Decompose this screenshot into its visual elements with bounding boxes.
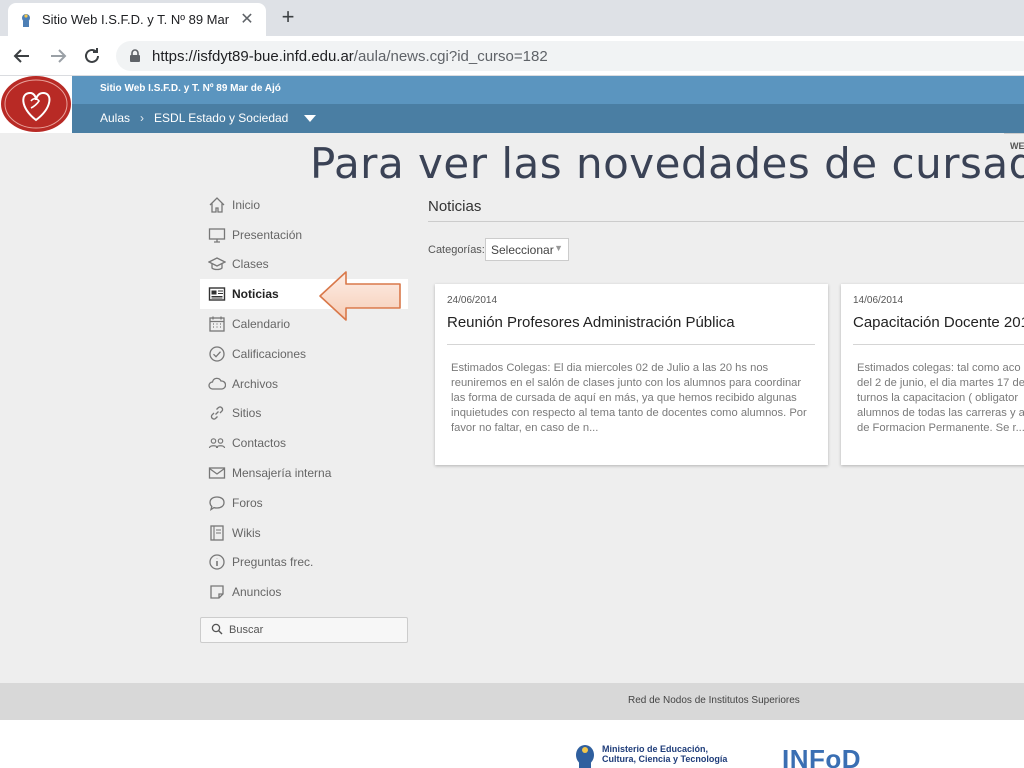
categories-selected: Seleccionar	[491, 242, 554, 257]
breadcrumb: Aulas › ESDL Estado y Sociedad	[100, 111, 317, 125]
sidebar-item-wikis[interactable]: Wikis	[200, 518, 408, 548]
chat-icon	[208, 494, 226, 512]
news-title[interactable]: Reunión Profesores Administración Públic…	[447, 314, 735, 331]
sidebar-item-label: Archivos	[232, 376, 279, 391]
browser-tab-strip: Sitio Web I.S.F.D. y T. Nº 89 Mar de Ajó…	[0, 0, 1024, 36]
corner-divider	[1004, 133, 1024, 134]
sidebar-item-archivos[interactable]: Archivos	[200, 369, 408, 399]
sidebar-item-label: Calificaciones	[232, 346, 307, 361]
contacts-icon	[208, 434, 226, 452]
news-date: 24/06/2014	[447, 295, 498, 306]
caret-down-icon[interactable]	[304, 114, 317, 122]
newspaper-icon	[208, 285, 226, 303]
sidebar-item-label: Contactos	[232, 436, 287, 451]
search-icon	[211, 623, 223, 638]
reload-icon[interactable]	[80, 44, 104, 68]
cloud-icon	[208, 375, 226, 393]
link-icon	[208, 404, 226, 422]
argentina-seal-icon	[22, 13, 30, 27]
sidebar-item-label: Presentación	[232, 227, 303, 242]
envelope-icon	[208, 464, 226, 482]
course-sidebar: Inicio Presentación Clases Noticias Cale…	[200, 190, 408, 643]
tab-close-icon[interactable]: ✕	[238, 11, 256, 29]
categories-label: Categorías:	[428, 244, 485, 256]
news-excerpt: Estimados colegas: tal como aco del 2 de…	[857, 362, 1024, 434]
news-date: 14/06/2014	[853, 295, 904, 306]
news-card[interactable]: 14/06/2014 Capacitación Docente 2014 Est…	[841, 284, 1024, 465]
site-header: Sitio Web I.S.F.D. y T. Nº 89 Mar de Ajó…	[0, 76, 1024, 133]
note-icon	[208, 583, 226, 601]
search-label: Buscar	[229, 624, 264, 636]
monitor-icon	[208, 226, 226, 244]
breadcrumb-course[interactable]: ESDL Estado y Sociedad	[154, 111, 288, 125]
browser-toolbar: https://isfdyt89-bue.infd.edu.ar/aula/ne…	[0, 36, 1024, 76]
sidebar-item-label: Mensajería interna	[232, 466, 332, 481]
news-title[interactable]: Capacitación Docente 2014	[853, 314, 1024, 331]
info-icon	[208, 553, 226, 571]
new-tab-icon[interactable]: +	[276, 6, 300, 30]
sidebar-item-inicio[interactable]: Inicio	[200, 190, 408, 220]
back-arrow-icon[interactable]	[10, 44, 34, 68]
title-divider	[428, 221, 1024, 222]
tab-title: Sitio Web I.S.F.D. y T. Nº 89 Mar de Ajó	[42, 12, 232, 27]
footer-text[interactable]: Red de Nodos de Institutos Superiores	[628, 695, 800, 706]
check-circle-icon	[208, 345, 226, 363]
ministry-line: Ministerio de Educación,	[602, 744, 709, 754]
card-divider	[447, 344, 815, 345]
lock-icon	[130, 49, 140, 62]
breadcrumb-aulas[interactable]: Aulas	[100, 111, 130, 125]
sidebar-item-sitios[interactable]: Sitios	[200, 399, 408, 429]
sidebar-item-mensajeria[interactable]: Mensajería interna	[200, 458, 408, 488]
sidebar-item-label: Sitios	[232, 406, 262, 421]
sidebar-item-calificaciones[interactable]: Calificaciones	[200, 339, 408, 369]
browser-tab[interactable]: Sitio Web I.S.F.D. y T. Nº 89 Mar de Ajó…	[8, 3, 266, 36]
sidebar-item-label: Wikis	[232, 525, 261, 540]
sidebar-item-contactos[interactable]: Contactos	[200, 428, 408, 458]
ministry-line: Cultura, Ciencia y Tecnología	[602, 754, 728, 764]
sidebar-search-button[interactable]: Buscar	[200, 617, 408, 643]
ministry-text: Ministerio de Educación, Cultura, Cienci…	[602, 744, 727, 768]
news-excerpt: Estimados Colegas: El dia miercoles 02 d…	[451, 362, 807, 434]
sidebar-item-anuncios[interactable]: Anuncios	[200, 577, 408, 607]
content-area: WE Para ver las novedades de cursada Ini…	[0, 133, 1024, 683]
page-title: Noticias	[428, 198, 482, 215]
chevron-right-icon: ›	[140, 111, 145, 125]
url-path: /aula/news.cgi?id_curso=182	[353, 47, 548, 65]
ministry-logo[interactable]: Ministerio de Educación, Cultura, Cienci…	[574, 744, 727, 768]
sidebar-item-preguntas[interactable]: Preguntas frec.	[200, 548, 408, 578]
infod-logo[interactable]: INFoD	[782, 744, 861, 768]
institute-logo[interactable]	[0, 76, 72, 133]
site-name[interactable]: Sitio Web I.S.F.D. y T. Nº 89 Mar de Ajó	[100, 83, 281, 94]
overlay-title: Para ver las novedades de cursada	[310, 139, 1024, 188]
sidebar-item-label: Clases	[232, 257, 269, 272]
heart-logo-icon	[1, 76, 71, 132]
sidebar-item-label: Preguntas frec.	[232, 555, 314, 570]
forward-arrow-icon[interactable]	[46, 44, 70, 68]
categories-select[interactable]: Seleccionar ▼	[485, 238, 569, 261]
url-text: https://isfdyt89-bue.infd.edu.ar/aula/ne…	[152, 48, 548, 65]
graduation-cap-icon	[208, 255, 226, 273]
argentina-seal-icon	[576, 745, 594, 768]
calendar-icon	[208, 315, 226, 333]
sidebar-item-label: Inicio	[232, 197, 261, 212]
news-card[interactable]: 24/06/2014 Reunión Profesores Administra…	[435, 284, 828, 465]
sidebar-item-label: Foros	[232, 495, 263, 510]
sponsor-strip: Ministerio de Educación, Cultura, Cienci…	[0, 720, 1024, 768]
sidebar-item-label: Anuncios	[232, 585, 282, 600]
sidebar-item-foros[interactable]: Foros	[200, 488, 408, 518]
address-bar[interactable]: https://isfdyt89-bue.infd.edu.ar/aula/ne…	[116, 41, 1024, 71]
page-root: { "browser": { "tab_title": "Sitio Web I…	[0, 0, 1024, 768]
book-icon	[208, 524, 226, 542]
callout-arrow-icon	[319, 271, 401, 321]
sidebar-item-label: Noticias	[232, 287, 279, 302]
site-footer: Red de Nodos de Institutos Superiores	[0, 683, 1024, 720]
card-divider	[853, 344, 1024, 345]
triangle-down-icon: ▼	[554, 243, 563, 253]
home-icon	[208, 196, 226, 214]
url-host: https://isfdyt89-bue.infd.edu.ar	[152, 47, 354, 65]
sidebar-item-label: Calendario	[232, 317, 291, 332]
sidebar-item-presentacion[interactable]: Presentación	[200, 220, 408, 250]
